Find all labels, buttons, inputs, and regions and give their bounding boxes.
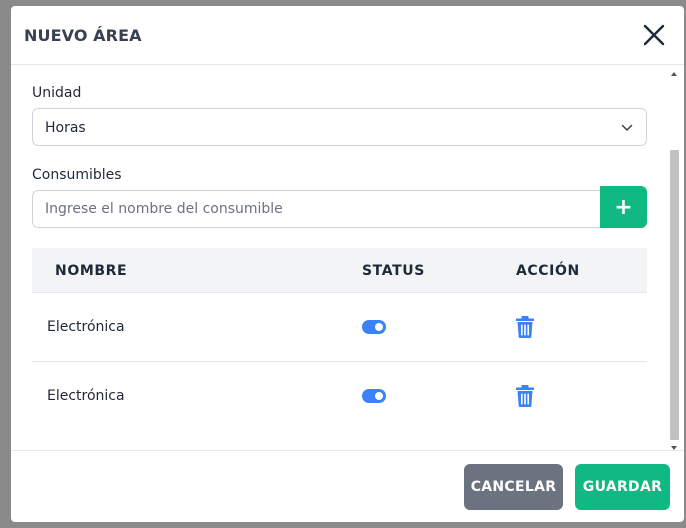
toggle-knob: [375, 392, 383, 400]
unidad-select[interactable]: Horas: [32, 108, 647, 146]
unidad-label: Unidad: [32, 85, 82, 101]
modal-footer: CANCELAR GUARDAR: [11, 450, 684, 522]
consumibles-label: Consumibles: [32, 167, 122, 183]
close-icon[interactable]: [642, 23, 666, 47]
add-consumible-button[interactable]: +: [600, 186, 647, 228]
scroll-thumb[interactable]: [670, 150, 679, 440]
cancel-button[interactable]: CANCELAR: [464, 464, 563, 510]
trash-icon[interactable]: [515, 385, 535, 407]
status-toggle[interactable]: [362, 389, 386, 403]
consumible-input[interactable]: [32, 190, 600, 228]
row-name: Electrónica: [47, 388, 125, 404]
table-row: Electrónica: [32, 293, 647, 362]
modal-title: NUEVO ÁREA: [24, 26, 142, 45]
unidad-select-value: Horas: [45, 120, 86, 136]
status-toggle[interactable]: [362, 320, 386, 334]
scroll-up-arrow-icon[interactable]: [671, 72, 677, 76]
trash-icon[interactable]: [515, 316, 535, 338]
modal-body-scrollbar[interactable]: [669, 67, 680, 454]
chevron-down-icon: [621, 124, 633, 131]
modal-header: NUEVO ÁREA: [11, 6, 684, 65]
consumibles-table: NOMBRE STATUS ACCIÓN Electrónica Electró…: [32, 248, 647, 431]
column-header-accion: ACCIÓN: [516, 263, 580, 279]
row-name: Electrónica: [47, 319, 125, 335]
toggle-knob: [375, 323, 383, 331]
new-area-modal: NUEVO ÁREA Unidad Horas Consumibles + NO…: [11, 6, 684, 522]
column-header-nombre: NOMBRE: [55, 263, 128, 279]
modal-body: Unidad Horas Consumibles + NOMBRE STATUS…: [11, 65, 684, 450]
save-button[interactable]: GUARDAR: [575, 464, 670, 510]
column-header-status: STATUS: [362, 263, 425, 279]
table-header: NOMBRE STATUS ACCIÓN: [32, 248, 647, 293]
table-row: Electrónica: [32, 362, 647, 431]
